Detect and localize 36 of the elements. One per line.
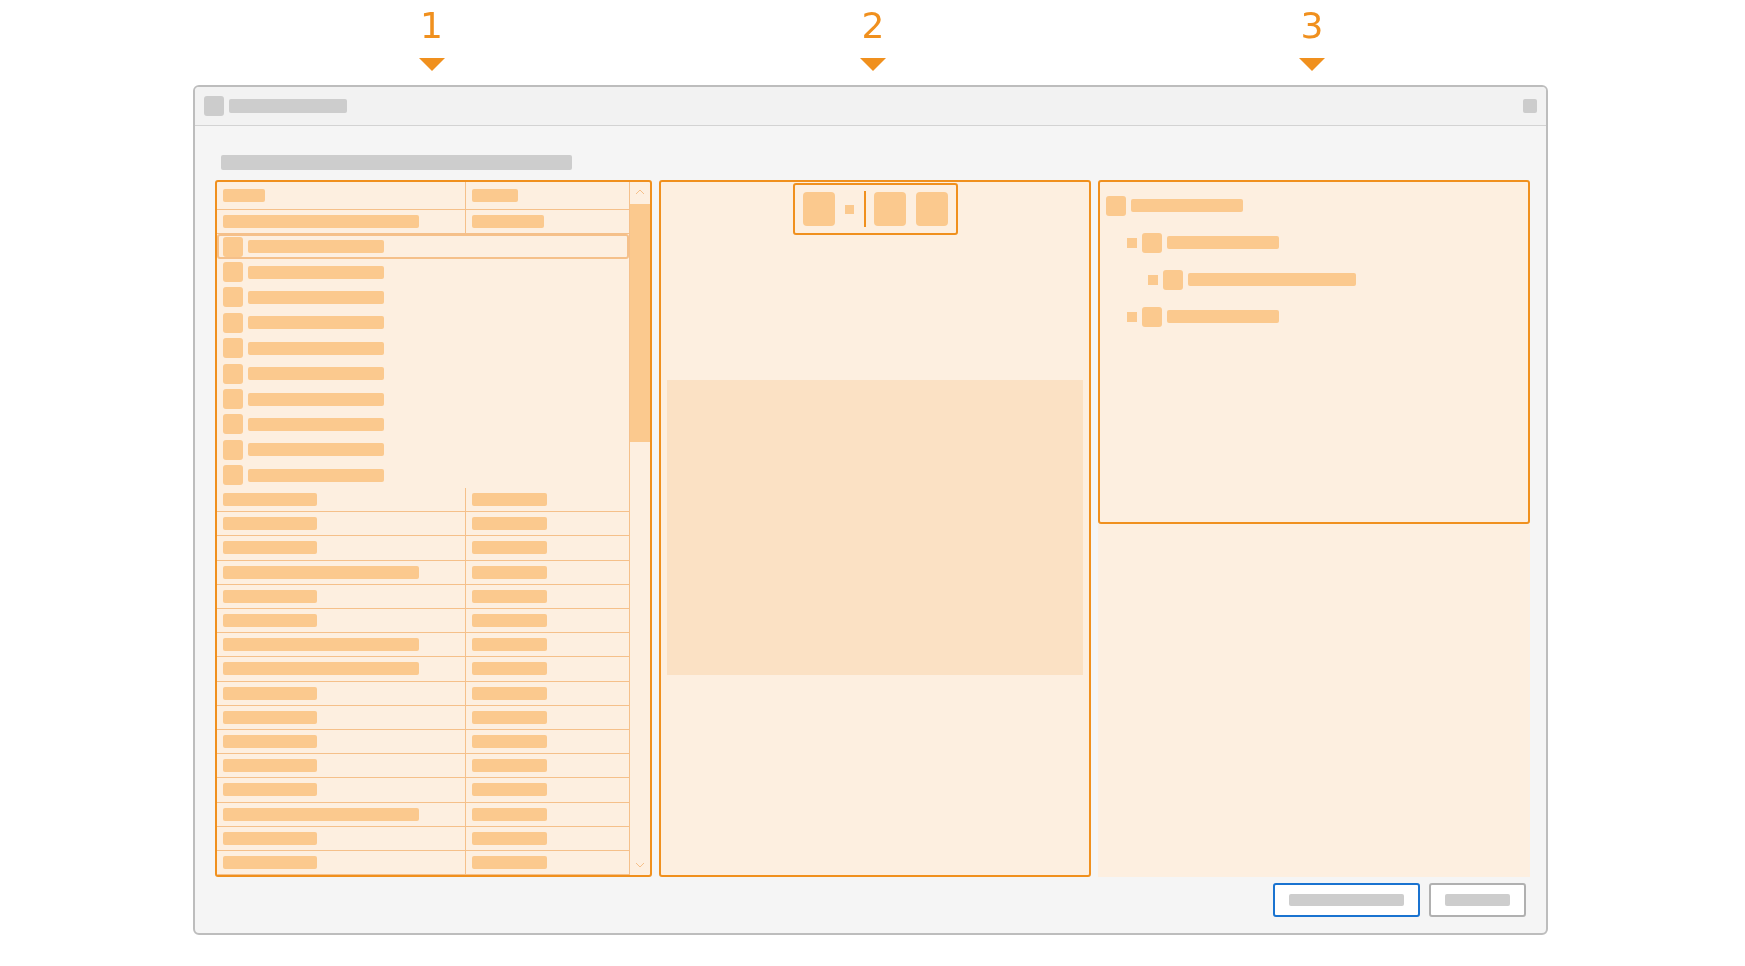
table-row[interactable] (217, 487, 629, 513)
table-row[interactable] (217, 657, 629, 682)
table-row[interactable] (217, 584, 629, 609)
table-row[interactable] (217, 754, 629, 779)
toolbar-button[interactable] (915, 192, 948, 226)
app-icon (204, 96, 224, 116)
callout-number: 1 (420, 6, 443, 46)
pointer-triangle-icon (860, 58, 886, 71)
table-row[interactable] (217, 681, 629, 706)
table-row[interactable] (217, 802, 629, 827)
pointer-triangle-icon (418, 58, 445, 71)
table-row[interactable] (217, 826, 629, 851)
table-row[interactable] (217, 608, 629, 634)
toolbar-button[interactable] (802, 192, 835, 226)
table-row[interactable] (217, 512, 629, 537)
scrollbar-thumb[interactable] (630, 204, 650, 442)
callout-number: 3 (1300, 6, 1324, 46)
expander-icon[interactable] (1127, 311, 1137, 322)
expander-icon[interactable] (1148, 274, 1158, 285)
table-row[interactable] (217, 209, 629, 234)
table-row[interactable] (217, 778, 629, 803)
table-row[interactable] (217, 560, 629, 585)
pointer-triangle-icon (1299, 58, 1325, 71)
table-row[interactable] (217, 729, 629, 755)
dialog-button[interactable] (1429, 883, 1526, 917)
table-row[interactable] (217, 850, 629, 875)
toolbar-button[interactable] (873, 192, 906, 226)
callout-number: 2 (861, 6, 885, 46)
expander-icon[interactable] (1127, 237, 1137, 248)
scrollbar[interactable] (629, 182, 650, 875)
table-row[interactable] (217, 705, 629, 730)
table-row[interactable] (217, 633, 629, 658)
close-button[interactable] (1523, 99, 1537, 113)
list-item[interactable] (217, 234, 629, 260)
table-row[interactable] (217, 536, 629, 561)
default-button[interactable] (1273, 883, 1420, 917)
